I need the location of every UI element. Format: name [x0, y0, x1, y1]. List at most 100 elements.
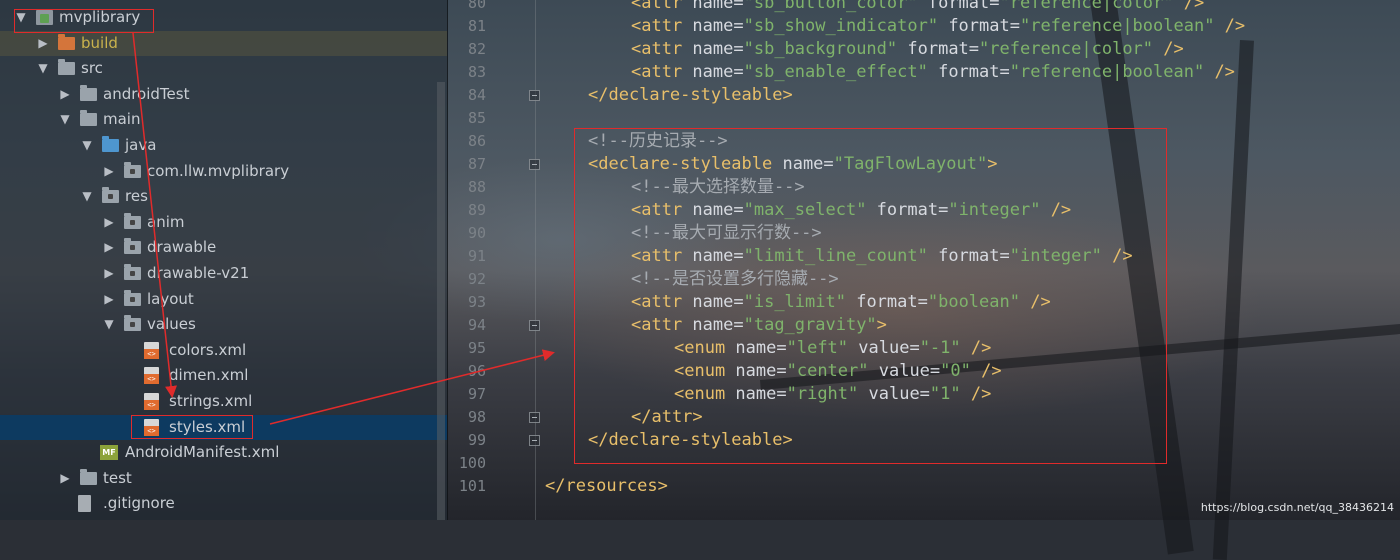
expand-arrow-icon[interactable]: ▶	[102, 159, 116, 184]
code-token-attr: format=	[917, 0, 1000, 13]
collapse-arrow-icon[interactable]: ▼	[36, 56, 50, 81]
code-token-str: "sb_enable_effect"	[743, 62, 928, 82]
fold-marker-icon[interactable]	[529, 159, 540, 170]
tree-item-layout[interactable]: ▶ layout	[0, 287, 447, 312]
folder-icon	[80, 468, 97, 485]
code-token-str: "sb_show_indicator"	[743, 16, 939, 36]
fold-marker-icon[interactable]	[529, 412, 540, 423]
code-token-str: "reference|color"	[979, 39, 1154, 59]
line-number: 86	[467, 132, 486, 150]
code-token-str: "reference|color"	[999, 0, 1174, 13]
watermark-text: https://blog.csdn.net/qq_38436214	[1200, 501, 1394, 514]
tree-item-dimen-xml[interactable]: dimen.xml	[0, 363, 447, 388]
collapse-arrow-icon[interactable]: ▼	[58, 107, 72, 132]
tree-item-label: drawable	[147, 238, 217, 257]
folder-icon	[80, 110, 97, 127]
code-token-attr: format=	[938, 16, 1020, 36]
xml-file-icon	[144, 393, 159, 410]
tree-item-androidmanifest-xml[interactable]: MF AndroidManifest.xml	[0, 440, 447, 465]
collapse-arrow-icon[interactable]: ▼	[102, 312, 116, 337]
tree-item-build[interactable]: ▶ build	[0, 30, 447, 56]
tree-item-label: java	[125, 136, 157, 154]
tree-item-label: androidTest	[103, 84, 190, 103]
line-number: 95	[467, 339, 486, 357]
line-number: 97	[467, 385, 486, 403]
manifest-icon: MF	[100, 445, 118, 461]
folder-icon	[80, 84, 97, 101]
tree-item-label: com.llw.mvplibrary	[147, 161, 290, 180]
line-number: 82	[467, 40, 486, 58]
tree-item-strings-xml[interactable]: strings.xml	[0, 389, 447, 414]
code-token-tag: <attr	[631, 62, 693, 82]
annotation-box-module	[14, 9, 154, 33]
line-number: 89	[467, 201, 486, 219]
tree-item-gitignore[interactable]: .gitignore	[0, 491, 447, 516]
tree-item-label: drawable-v21	[147, 264, 250, 282]
tree-item-java[interactable]: ▼ java	[0, 133, 447, 158]
tree-item-label: AndroidManifest.xml	[125, 443, 280, 462]
code-token-str: "reference|boolean"	[1009, 62, 1205, 82]
expand-arrow-icon[interactable]: ▶	[58, 82, 72, 107]
expand-arrow-icon[interactable]: ▶	[102, 287, 116, 312]
folder-icon	[58, 59, 75, 76]
code-token-tag: <attr	[631, 16, 693, 36]
tree-item-test[interactable]: ▶ test	[0, 466, 447, 491]
collapse-arrow-icon[interactable]: ▼	[80, 184, 94, 209]
code-token-tag: <attr	[631, 39, 693, 59]
tree-item-label: colors.xml	[169, 340, 247, 359]
tree-item-label: test	[103, 468, 132, 487]
tree-item-com-llw-mvplibrary[interactable]: ▶ com.llw.mvplibrary	[0, 159, 447, 184]
tree-item-values[interactable]: ▼ values	[0, 312, 447, 337]
code-token-attr: name=	[692, 16, 744, 36]
collapse-arrow-icon[interactable]: ▼	[80, 133, 94, 158]
fold-marker-icon[interactable]	[529, 435, 540, 446]
code-line[interactable]: <attr name="sb_button_color" format="ref…	[631, 0, 1204, 15]
expand-arrow-icon[interactable]: ▶	[58, 466, 72, 491]
res-folder-icon	[102, 187, 119, 204]
project-tree-scrollbar[interactable]	[437, 82, 445, 520]
code-line[interactable]: </declare-styleable>	[588, 84, 793, 107]
tree-item-res[interactable]: ▼ res	[0, 184, 447, 209]
line-number: 96	[467, 362, 486, 380]
tree-item-label: build	[81, 33, 118, 52]
expand-arrow-icon[interactable]: ▶	[36, 31, 50, 56]
res-folder-icon	[124, 238, 141, 255]
code-token-tag: />	[1214, 16, 1246, 36]
code-line[interactable]: <attr name="sb_enable_effect" format="re…	[631, 61, 1235, 84]
res-folder-icon	[124, 264, 141, 280]
code-token-str: "reference|boolean"	[1019, 16, 1215, 36]
line-number: 85	[467, 109, 486, 127]
tree-item-anim[interactable]: ▶ anim	[0, 210, 447, 235]
code-line[interactable]: </resources>	[545, 475, 668, 498]
tree-item-main[interactable]: ▼ main	[0, 107, 447, 132]
tree-item-drawable-v21[interactable]: ▶ drawable-v21	[0, 261, 447, 286]
code-line[interactable]: <attr name="sb_background" format="refer…	[631, 38, 1184, 61]
fold-marker-icon[interactable]	[529, 320, 540, 331]
tree-item-label: main	[103, 110, 141, 129]
code-token-tag: />	[1204, 62, 1235, 82]
tree-item-label: src	[81, 59, 103, 78]
expand-arrow-icon[interactable]: ▶	[102, 235, 116, 260]
tree-item-src[interactable]: ▼ src	[0, 56, 447, 81]
res-folder-icon	[124, 212, 141, 229]
file-icon	[78, 495, 91, 513]
line-number: 90	[467, 224, 486, 242]
line-number: 98	[467, 408, 486, 426]
code-token-tag: />	[1153, 39, 1184, 59]
expand-arrow-icon[interactable]: ▶	[102, 261, 116, 286]
code-token-attr: name=	[692, 62, 744, 82]
tree-item-label: strings.xml	[169, 392, 253, 410]
tree-item-drawable[interactable]: ▶ drawable	[0, 235, 447, 260]
code-token-tag: />	[1173, 0, 1205, 13]
line-number: 93	[467, 293, 486, 311]
line-number: 99	[467, 431, 486, 449]
code-line[interactable]: <attr name="sb_show_indicator" format="r…	[631, 15, 1245, 38]
tree-item-colors-xml[interactable]: colors.xml	[0, 338, 447, 363]
tree-item-androidtest[interactable]: ▶ androidTest	[0, 82, 447, 107]
expand-arrow-icon[interactable]: ▶	[102, 210, 116, 235]
line-number: 91	[467, 247, 486, 265]
line-number: 84	[467, 86, 486, 104]
code-token-str: "sb_background"	[743, 39, 898, 59]
fold-marker-icon[interactable]	[529, 90, 540, 101]
line-number: 88	[467, 178, 486, 196]
